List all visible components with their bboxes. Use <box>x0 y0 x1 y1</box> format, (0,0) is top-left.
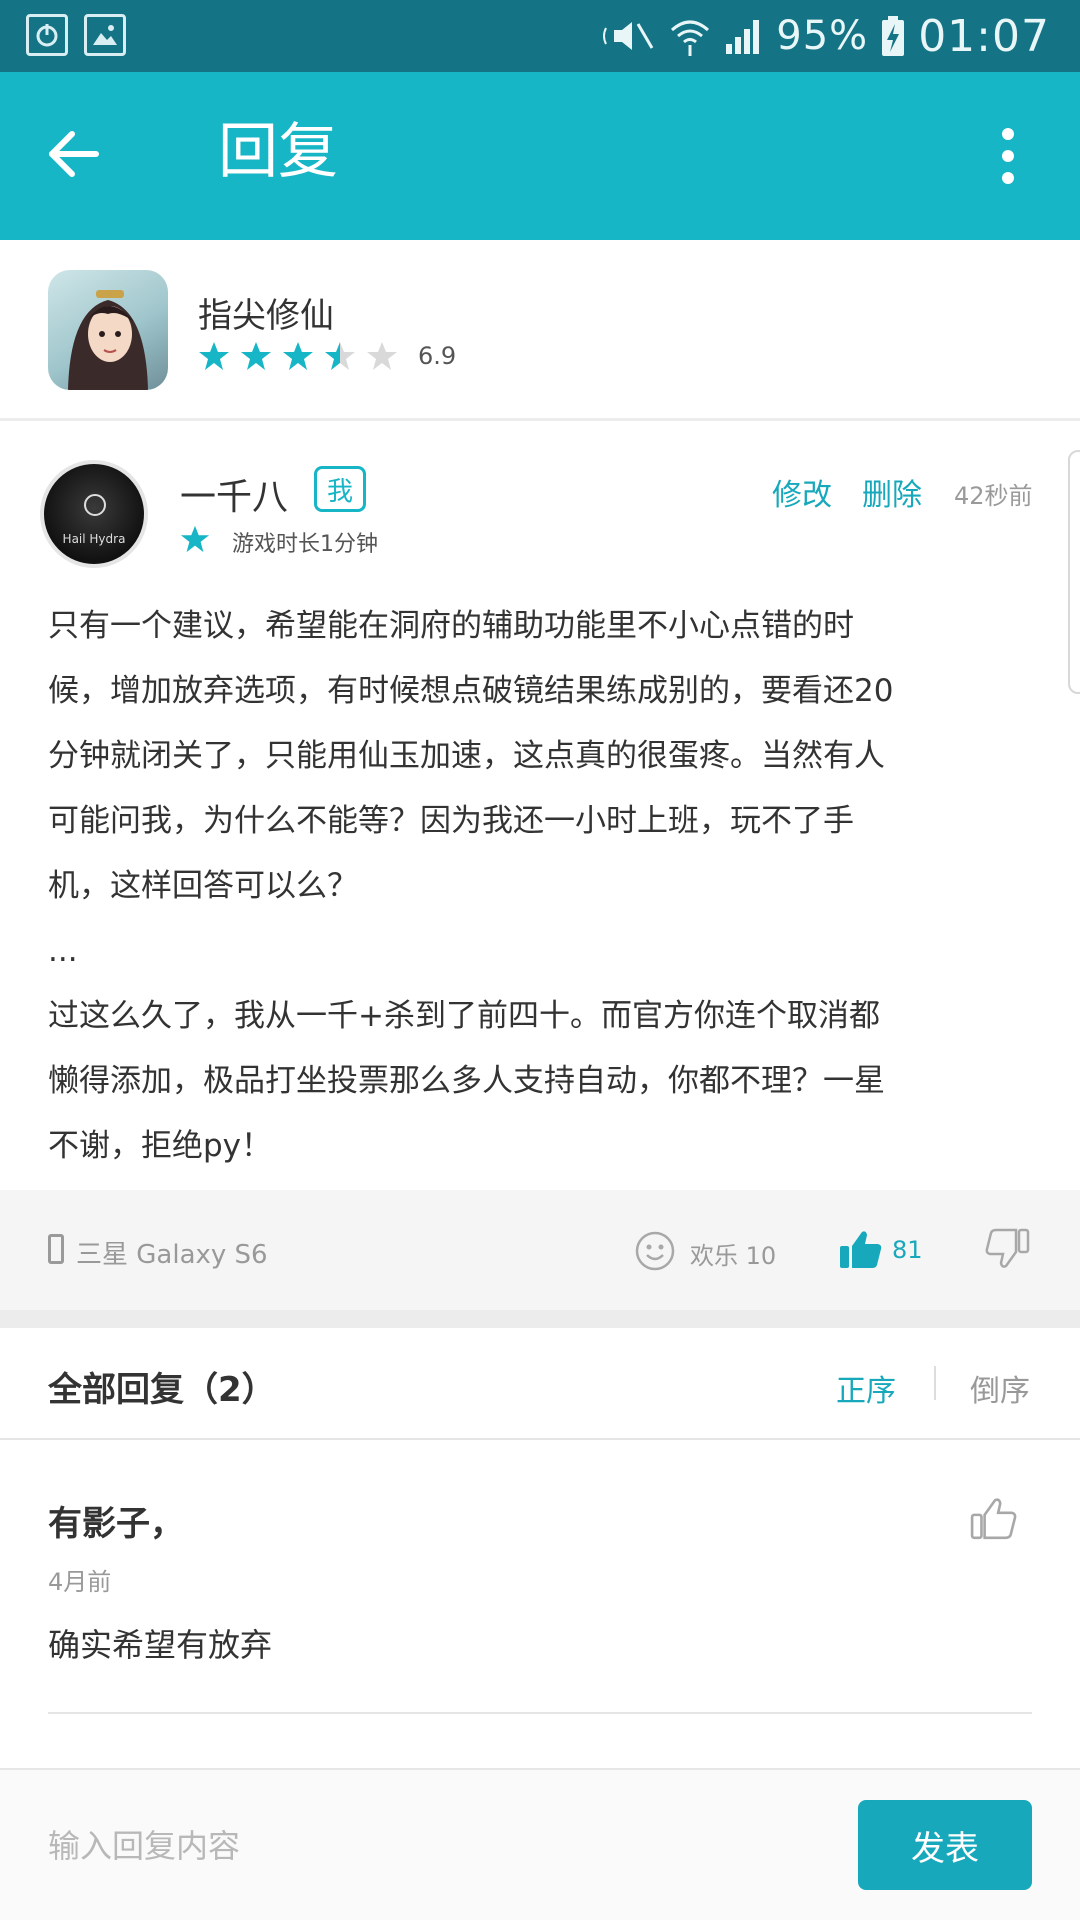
star-empty-icon <box>367 342 397 370</box>
publish-button[interactable]: 发表 <box>858 1800 1032 1890</box>
more-vertical-icon[interactable] <box>996 126 1020 186</box>
divider <box>0 418 1080 421</box>
happy-count[interactable]: 欢乐 10 <box>690 1236 776 1271</box>
star-full-icon <box>241 342 271 370</box>
thumbs-down-icon[interactable] <box>984 1226 1030 1272</box>
star-half-icon <box>325 342 355 370</box>
game-icon[interactable] <box>48 270 168 390</box>
rating-stars: 6.9 <box>198 340 456 372</box>
delete-button[interactable]: 删除 <box>862 470 922 514</box>
signal-icon <box>726 20 760 54</box>
review-timestamp: 42秒前 <box>954 482 1033 510</box>
star-full-icon <box>283 342 313 370</box>
power-icon <box>26 14 68 56</box>
divider <box>48 1712 1032 1714</box>
section-gap <box>0 1310 1080 1328</box>
status-bar: 95% 01:07 <box>0 0 1080 72</box>
thumbs-up-icon[interactable] <box>970 1494 1018 1542</box>
page-title: 回复 <box>218 117 338 187</box>
reply-author[interactable]: 有影子， <box>48 1496 184 1545</box>
divider <box>0 1438 1080 1440</box>
reply-timestamp: 4月前 <box>48 1568 112 1596</box>
phone-icon <box>48 1234 64 1264</box>
username[interactable]: 一千八 <box>180 468 288 520</box>
sort-ascending-button[interactable]: 正序 <box>836 1366 896 1410</box>
thumbs-up-icon[interactable] <box>838 1226 884 1272</box>
reply-text: 确实希望有放弃 <box>48 1626 273 1664</box>
smile-icon[interactable] <box>634 1230 676 1272</box>
play-time: 游戏时长1分钟 <box>232 532 378 557</box>
avatar-caption: Hail Hydra <box>62 532 126 546</box>
hydra-logo-icon <box>84 494 106 516</box>
avatar[interactable]: Hail Hydra <box>40 460 148 568</box>
reply-input[interactable] <box>48 1816 808 1876</box>
app-bar: 回复 <box>0 72 1080 240</box>
me-badge: 我 <box>314 466 366 512</box>
replies-title: 全部回复（2） <box>48 1370 276 1410</box>
edit-button[interactable]: 修改 <box>772 470 832 514</box>
mute-icon <box>603 22 654 50</box>
review-body: 只有一个建议，希望能在洞府的辅助功能里不小心点错的时 候，增加放弃选项，有时候想… <box>48 608 894 1164</box>
rating-score: 6.9 <box>418 342 457 370</box>
scroll-edge <box>1068 450 1080 694</box>
arrow-left-icon[interactable] <box>44 124 104 184</box>
battery-charging-icon <box>882 16 905 56</box>
image-icon <box>84 14 126 56</box>
game-name: 指尖修仙 <box>198 296 334 336</box>
sort-descending-button[interactable]: 倒序 <box>970 1366 1030 1410</box>
sort-separator <box>934 1366 936 1400</box>
clock: 01:07 <box>918 10 1050 62</box>
battery-percent: 95% <box>776 13 869 59</box>
star-icon <box>180 525 210 553</box>
wifi-icon <box>671 20 710 56</box>
star-full-icon <box>199 342 229 370</box>
device-name: 三星 Galaxy S6 <box>76 1240 268 1270</box>
like-count: 81 <box>892 1236 923 1264</box>
